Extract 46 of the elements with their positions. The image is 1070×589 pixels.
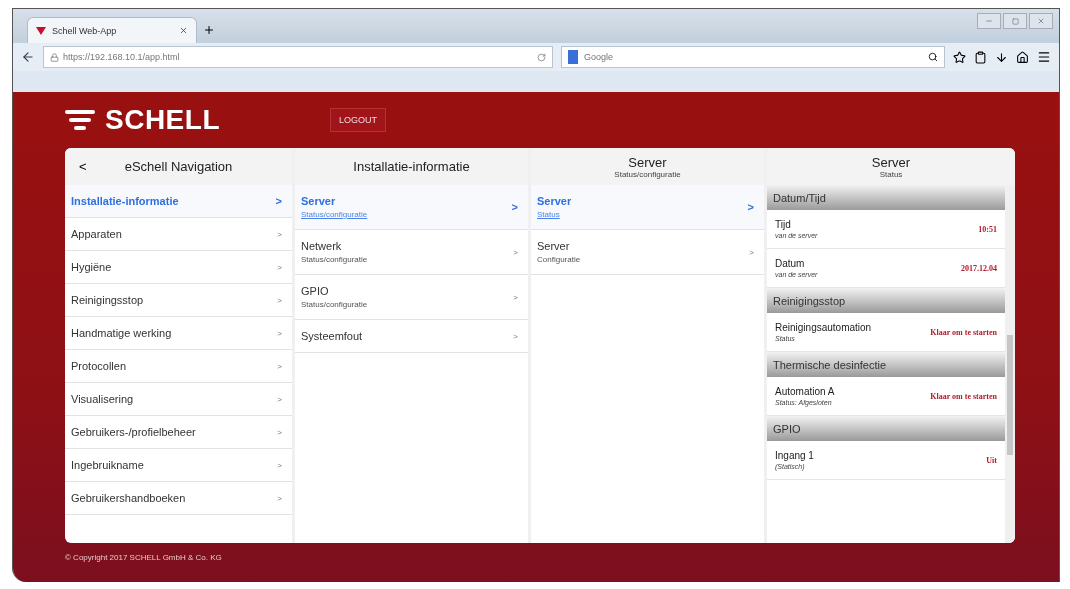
logo-text: SCHELL <box>105 104 220 136</box>
row-label: Datum <box>775 258 806 269</box>
column-header: Installatie-informatie <box>295 148 528 185</box>
copyright-text: © Copyright 2017 SCHELL GmbH & Co. KG <box>65 552 223 564</box>
menu-icon[interactable] <box>1037 50 1051 64</box>
status-value: Uit <box>986 455 997 465</box>
section-header: Thermische desinfectie <box>767 352 1005 377</box>
clipboard-icon[interactable] <box>974 50 987 64</box>
column-header: Server Status/configuratie <box>531 148 764 185</box>
row-label: Automation A <box>775 386 836 397</box>
reload-icon[interactable] <box>537 52 546 62</box>
status-value: Klaar om te starten <box>930 391 997 401</box>
section-header: GPIO <box>767 416 1005 441</box>
search-field[interactable]: Google <box>561 46 945 68</box>
browser-tab[interactable]: Schell Web-App <box>27 17 197 43</box>
menu-item[interactable]: Server Status > <box>531 185 764 230</box>
minimize-icon <box>985 17 993 25</box>
logo-icon <box>65 108 95 132</box>
new-tab-icon[interactable] <box>203 24 215 36</box>
url-text: https://192.168.10.1/app.html <box>63 52 181 62</box>
status-value: Klaar om te starten <box>930 327 997 337</box>
search-input[interactable]: Google <box>582 51 924 63</box>
status-value: 2017.12.04 <box>961 263 997 273</box>
tab-favicon-icon <box>36 26 46 35</box>
home-icon[interactable] <box>1016 50 1029 64</box>
lock-icon <box>50 52 59 62</box>
download-icon[interactable] <box>995 50 1008 64</box>
menu-item[interactable]: Server Status/configuratie > <box>295 185 528 230</box>
back-icon[interactable] <box>21 50 35 64</box>
column-header: Server Status <box>767 148 1015 185</box>
restore-icon <box>1011 17 1019 25</box>
row-label: Reinigingsautomation <box>775 322 873 333</box>
status-value: 10:51 <box>978 224 997 234</box>
section-header: Reinigingsstop <box>767 288 1005 313</box>
close-icon[interactable] <box>179 26 188 35</box>
address-bar[interactable]: https://192.168.10.1/app.html <box>43 46 553 68</box>
logout-button[interactable]: LOGOUT <box>330 108 386 132</box>
section-header: Datum/Tijd <box>767 185 1005 210</box>
back-button[interactable]: < <box>75 159 91 174</box>
menu-item[interactable]: Installatie-informatie > <box>65 185 292 218</box>
row-label: Ingang 1 <box>775 450 815 461</box>
row-label: Tijd <box>775 219 792 230</box>
search-icon[interactable] <box>928 52 938 62</box>
column-header: < eSchell Navigation <box>65 148 292 185</box>
star-icon[interactable] <box>953 50 966 64</box>
close-icon <box>1037 17 1045 25</box>
